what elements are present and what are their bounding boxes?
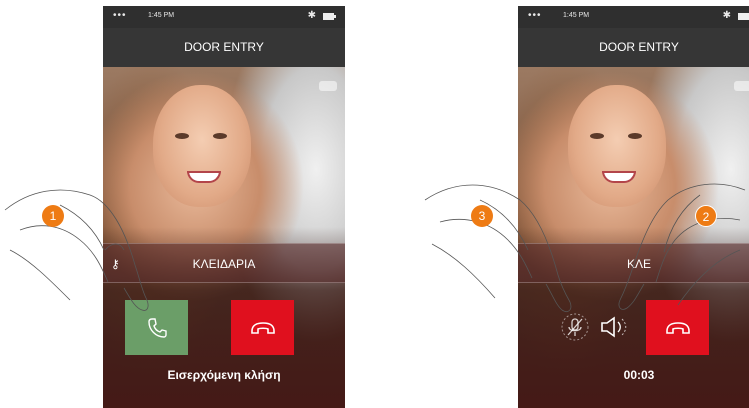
call-timer: 00:03: [623, 368, 655, 382]
signal-indicator: •••: [528, 10, 542, 21]
eye: [590, 133, 604, 139]
page-title: DOOR ENTRY: [518, 28, 749, 67]
answer-button[interactable]: [125, 300, 188, 355]
status-bar: ••• 1:45 PM ✱: [103, 6, 345, 28]
door-lock-button[interactable]: ΚΛΕ: [518, 243, 749, 283]
call-status-text: Εισερχόμενη κλήση: [167, 368, 281, 382]
bluetooth-icon: ✱: [307, 10, 316, 21]
video-feed: [518, 67, 749, 408]
hang-up-icon: [250, 321, 275, 334]
handset-icon: [147, 317, 167, 338]
key-icon: ⚷: [111, 257, 120, 271]
step-marker-3: 3: [471, 205, 493, 227]
eye: [213, 133, 227, 139]
visitor-face: [568, 85, 666, 207]
camera-icon: [734, 81, 749, 91]
hang-up-button[interactable]: [231, 300, 294, 355]
door-lock-label: ΚΛΕ: [626, 257, 652, 271]
status-time: 1:45 PM: [148, 12, 175, 19]
hang-up-icon: [665, 321, 690, 334]
hang-up-button[interactable]: [646, 300, 709, 355]
status-bar: ••• 1:45 PM ✱: [518, 6, 749, 28]
smile: [602, 171, 636, 183]
video-feed: [103, 67, 345, 408]
eye: [175, 133, 189, 139]
microphone-off-icon: [561, 313, 589, 341]
battery-icon: [323, 13, 336, 20]
eye: [628, 133, 642, 139]
active-call-screen: ••• 1:45 PM ✱ DOOR ENTRY ΚΛΕ 00:03: [518, 6, 749, 408]
speaker-icon: [601, 316, 627, 338]
status-time: 1:45 PM: [563, 12, 590, 19]
door-lock-label: ΚΛΕΙΔΑΡΙΑ: [192, 257, 256, 271]
page-title: DOOR ENTRY: [103, 28, 345, 67]
speaker-button[interactable]: [596, 312, 627, 342]
smile: [187, 171, 221, 183]
door-lock-button[interactable]: ⚷ ΚΛΕΙΔΑΡΙΑ: [103, 243, 345, 283]
signal-indicator: •••: [113, 10, 127, 21]
mute-microphone-button[interactable]: [560, 312, 590, 342]
bluetooth-icon: ✱: [722, 10, 731, 21]
incoming-call-screen: ••• 1:45 PM ✱ DOOR ENTRY ⚷ ΚΛΕΙΔΑΡΙΑ Εισ…: [103, 6, 345, 408]
camera-icon: [319, 81, 337, 91]
visitor-face: [153, 85, 251, 207]
battery-icon: [738, 13, 749, 20]
step-marker-1: 1: [42, 205, 64, 227]
step-marker-2: 2: [695, 205, 717, 227]
